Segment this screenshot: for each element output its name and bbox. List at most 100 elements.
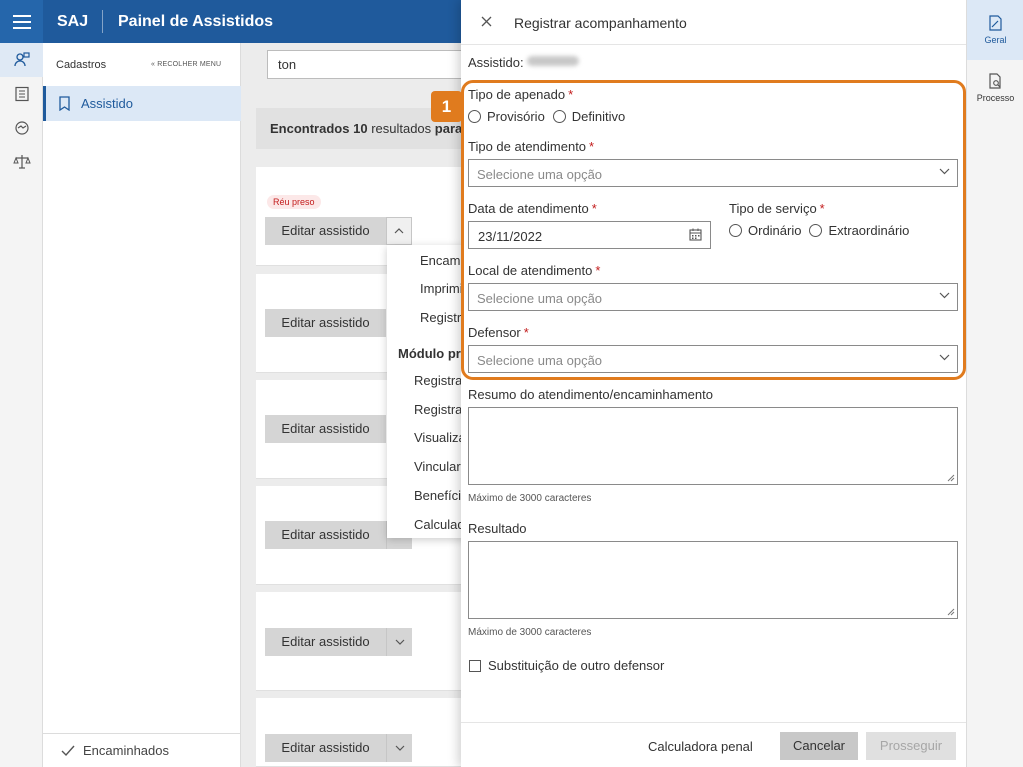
resumo-textarea[interactable] [468, 407, 958, 485]
local-atendimento-label: Local de atendimento * [468, 263, 600, 278]
dropdown-item[interactable]: Imprimir [420, 281, 467, 296]
radio-label: Definitivo [571, 109, 626, 124]
edit-assistido-button[interactable]: Editar assistido [265, 415, 386, 443]
app-title: Painel de Assistidos [118, 13, 274, 30]
local-atendimento-select[interactable]: Selecione uma opção [468, 283, 958, 311]
dropdown-section-title: Módulo prisional [398, 346, 467, 361]
resultado-hint: Máximo de 3000 caracteres [468, 627, 592, 638]
tipo-apenado-label: Tipo de apenado * [468, 87, 573, 102]
panel-divider [461, 44, 966, 45]
results-cut: para [434, 121, 463, 136]
radio-provisorio[interactable] [468, 110, 481, 123]
radio-extraordinario[interactable] [809, 224, 823, 237]
rail-users-button[interactable] [0, 43, 43, 77]
substituicao-checkbox-row[interactable]: Substituição de outro defensor [469, 658, 664, 673]
bookmark-icon [59, 96, 70, 111]
edit-assistido-button[interactable]: Editar assistido [265, 628, 386, 656]
dropdown-item[interactable]: Registrar [414, 373, 467, 388]
tipo-atendimento-select[interactable]: Selecione uma opção [468, 159, 958, 187]
more-options-button[interactable] [386, 217, 412, 245]
footer-divider [461, 722, 966, 723]
more-options-button[interactable] [386, 734, 412, 762]
resumo-label: Resumo do atendimento/encaminhamento [468, 387, 713, 402]
dropdown-item[interactable]: Encaminhar [420, 253, 467, 268]
resultado-textarea[interactable] [468, 541, 958, 619]
edit-assistido-button[interactable]: Editar assistido [265, 217, 386, 245]
rail-scale-button[interactable] [0, 145, 43, 179]
radio-label: Extraordinário [828, 223, 910, 238]
more-options-button[interactable] [386, 628, 412, 656]
field-label-text: Tipo de atendimento [468, 139, 587, 154]
dropdown-item[interactable]: Registrar [414, 402, 467, 417]
data-atendimento-input[interactable]: 23/11/2022 [468, 221, 711, 249]
close-icon [481, 16, 492, 27]
sidebar-item-label: Assistido [81, 96, 134, 111]
sidebar-item-encaminhados[interactable]: Encaminhados [43, 733, 241, 767]
substituicao-checkbox[interactable] [469, 659, 481, 672]
dropdown-item[interactable]: Calculadora [414, 517, 467, 532]
dropdown-item[interactable]: Benefícios [414, 488, 467, 503]
radio-ordinario[interactable] [729, 224, 742, 237]
required-marker: * [568, 87, 574, 102]
field-label-text: Tipo de serviço [729, 201, 817, 216]
left-icon-rail [0, 43, 43, 767]
assistido-name-redacted [527, 56, 579, 66]
tab-geral[interactable]: Geral [967, 0, 1023, 60]
chevron-up-icon [394, 228, 404, 234]
chevron-down-icon [939, 168, 950, 175]
result-card: Editar assistido [256, 698, 466, 767]
radio-definitivo[interactable] [552, 110, 566, 123]
resumo-hint: Máximo de 3000 caracteres [468, 493, 592, 504]
defensor-label: Defensor * [468, 325, 529, 340]
field-label-text: Local de atendimento [468, 263, 593, 278]
cancel-button[interactable]: Cancelar [780, 732, 858, 760]
edit-assistido-button[interactable]: Editar assistido [265, 734, 386, 762]
step-number-badge: 1 [431, 91, 462, 122]
required-marker: * [589, 139, 595, 154]
results-prefix: Encontrados [270, 121, 350, 136]
field-label-text: Defensor [468, 325, 521, 340]
search-input[interactable]: ton [267, 50, 467, 79]
calendar-icon[interactable] [689, 228, 702, 241]
collapse-menu-button[interactable]: « RECOLHER MENU [151, 61, 221, 68]
proceed-button[interactable]: Prosseguir [866, 732, 956, 760]
register-panel: Registrar acompanhamento Assistido: Tipo… [461, 0, 966, 767]
required-marker: * [523, 325, 529, 340]
assistido-label: Assistido: [468, 55, 524, 70]
data-atendimento-label: Data de atendimento * [468, 201, 597, 216]
edit-assistido-button[interactable]: Editar assistido [265, 309, 386, 337]
dropdown-item[interactable]: Visualizar [414, 430, 467, 445]
actions-dropdown-menu: Encaminhar Imprimir Registrar Módulo pri… [387, 245, 467, 538]
tab-label: Geral [984, 35, 1007, 45]
radio-label: Provisório [487, 109, 545, 124]
defensor-select[interactable]: Selecione uma opção [468, 345, 958, 373]
sidebar-item-label: Encaminhados [83, 743, 169, 758]
hamburger-menu-button[interactable] [0, 0, 43, 43]
result-card: Editar assistido [256, 592, 466, 691]
rail-list-button[interactable] [0, 77, 43, 111]
sidebar: Cadastros « RECOLHER MENU Assistido Enca… [43, 43, 241, 767]
resize-grip-icon[interactable] [947, 474, 955, 482]
document-icon [989, 15, 1002, 31]
resize-grip-icon[interactable] [947, 608, 955, 616]
collapse-menu-label: RECOLHER MENU [157, 61, 222, 68]
right-rail: Geral Processo [966, 0, 1023, 767]
radio-label: Ordinário [748, 223, 802, 238]
edit-assistido-button[interactable]: Editar assistido [265, 521, 386, 549]
tab-label: Processo [976, 93, 1015, 103]
header-divider [102, 10, 103, 33]
checkbox-label: Substituição de outro defensor [488, 658, 665, 673]
field-label-text: Data de atendimento [468, 201, 589, 216]
rail-handshake-button[interactable] [0, 111, 43, 145]
sidebar-item-assistido[interactable]: Assistido [43, 86, 241, 121]
tipo-apenado-radio-group: Provisório Definitivo [468, 109, 625, 124]
chevron-down-icon [395, 745, 404, 751]
calculadora-penal-button[interactable]: Calculadora penal [648, 733, 753, 760]
dropdown-item[interactable]: Vincular [414, 459, 461, 474]
status-badge: Réu preso [267, 195, 321, 209]
dropdown-item[interactable]: Registrar [420, 310, 467, 325]
close-button[interactable] [481, 14, 492, 32]
tipo-servico-radio-group: Ordinário Extraordinário [729, 223, 909, 238]
resultado-label: Resultado [468, 521, 527, 536]
tab-processo[interactable]: Processo [967, 60, 1023, 116]
